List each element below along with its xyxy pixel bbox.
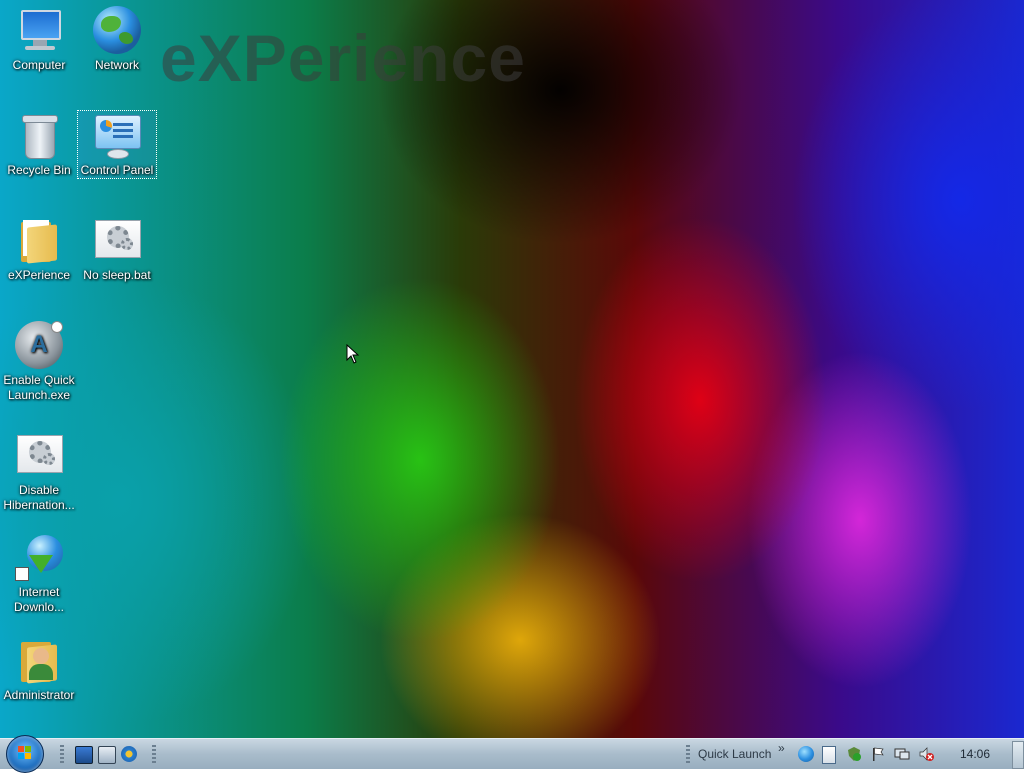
wallpaper-watermark: eXPerience bbox=[160, 21, 526, 95]
internet-download-manager-icon bbox=[15, 533, 63, 581]
network-globe-icon[interactable] bbox=[798, 746, 814, 762]
quick-launch-toolbar-label[interactable]: Quick Launch bbox=[698, 747, 771, 761]
security-shield-icon[interactable] bbox=[846, 746, 862, 762]
windows-logo-icon bbox=[18, 746, 32, 760]
desktop-icon-internet-download-manager[interactable]: Internet Downlo... bbox=[0, 533, 78, 615]
desktop-icon-control-panel[interactable]: Control Panel bbox=[77, 110, 157, 179]
desktop-icon-label: Recycle Bin bbox=[7, 163, 71, 177]
folder-icon bbox=[15, 216, 63, 264]
batch-file-gear-icon bbox=[93, 216, 141, 264]
quick-launch-app-icon: A bbox=[15, 321, 63, 369]
start-button[interactable] bbox=[6, 735, 44, 773]
desktop-icon-label: Control Panel bbox=[80, 163, 154, 177]
action-center-flag-icon[interactable] bbox=[870, 746, 886, 762]
desktop[interactable]: eXPerience Computer Network Recycle Bin … bbox=[0, 0, 1024, 738]
desktop-icon-no-sleep-bat[interactable]: No sleep.bat bbox=[78, 216, 156, 283]
volume-muted-icon[interactable] bbox=[918, 746, 934, 762]
desktop-icon-enable-quick-launch[interactable]: A Enable Quick Launch.exe bbox=[0, 321, 78, 403]
show-desktop-icon[interactable] bbox=[75, 746, 93, 764]
toolbar-grip[interactable] bbox=[686, 745, 690, 763]
control-panel-icon bbox=[93, 111, 141, 159]
desktop-icon-label: Enable Quick Launch.exe bbox=[3, 373, 75, 402]
toolbar-grip[interactable] bbox=[152, 745, 156, 763]
desktop-icon-label: Network bbox=[94, 58, 139, 72]
batch-file-gear-icon bbox=[15, 431, 63, 479]
desktop-icon-disable-hibernation[interactable]: Disable Hibernation... bbox=[0, 431, 78, 513]
notepad-icon[interactable] bbox=[822, 746, 836, 764]
desktop-icon-label: Administrator bbox=[3, 688, 75, 702]
desktop-icon-recycle-bin[interactable]: Recycle Bin bbox=[0, 111, 78, 178]
toolbar-grip[interactable] bbox=[60, 745, 64, 763]
desktop-icon-label: Disable Hibernation... bbox=[3, 483, 75, 512]
taskbar: Quick Launch » 14:06 bbox=[0, 735, 1024, 773]
desktop-icon-network[interactable]: Network bbox=[78, 6, 156, 73]
quick-launch-chevron-icon[interactable]: » bbox=[778, 741, 785, 755]
network-icon bbox=[93, 6, 141, 54]
switch-windows-icon[interactable] bbox=[98, 746, 116, 764]
desktop-icon-label: No sleep.bat bbox=[83, 268, 151, 282]
user-folder-icon bbox=[15, 636, 63, 684]
system-clock[interactable]: 14:06 bbox=[960, 747, 990, 761]
desktop-icon-label: Computer bbox=[12, 58, 66, 72]
show-desktop-button[interactable] bbox=[1012, 741, 1024, 769]
desktop-icon-experience-folder[interactable]: eXPerience bbox=[0, 216, 78, 283]
desktop-icon-administrator[interactable]: Administrator bbox=[0, 636, 78, 703]
recycle-bin-icon bbox=[15, 111, 63, 159]
desktop-icon-label: eXPerience bbox=[7, 268, 71, 282]
desktop-icon-label: Internet Downlo... bbox=[13, 585, 65, 614]
computer-icon bbox=[15, 6, 63, 54]
internet-explorer-icon[interactable] bbox=[121, 746, 137, 762]
desktop-icon-computer[interactable]: Computer bbox=[0, 6, 78, 73]
network-monitor-icon[interactable] bbox=[894, 746, 910, 762]
